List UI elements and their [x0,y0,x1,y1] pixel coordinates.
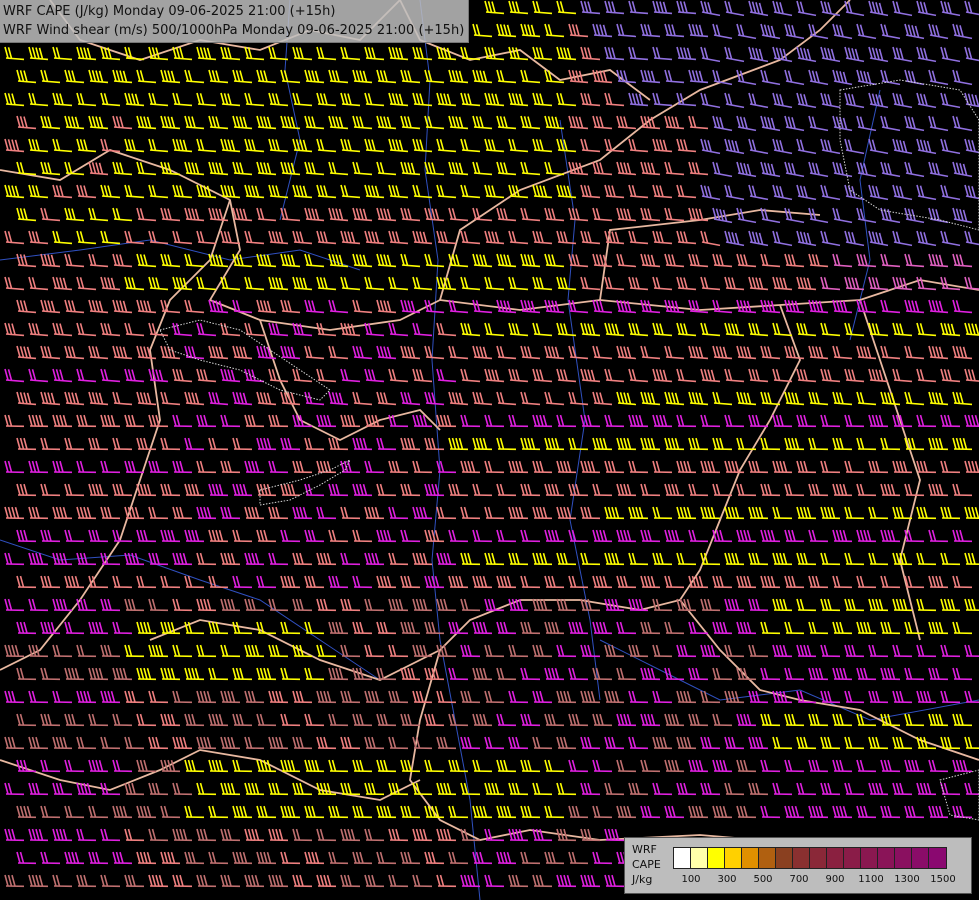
legend-tick: 300 [717,874,737,885]
legend-swatch [793,848,810,868]
legend-color-scale [673,847,947,869]
legend-unit: J/kg [632,873,653,886]
legend-swatch [861,848,878,868]
legend-swatch [691,848,708,868]
legend-model: WRF [632,843,657,856]
legend-swatch [912,848,929,868]
legend-swatch [827,848,844,868]
legend-swatch [810,848,827,868]
legend-swatch [708,848,725,868]
legend-field: CAPE [632,858,661,871]
legend-swatch [742,848,759,868]
legend-tick: 1100 [858,874,884,885]
legend-swatch [776,848,793,868]
legend-tick: 100 [681,874,701,885]
legend-tick: 1300 [894,874,920,885]
legend-tick: 1500 [930,874,956,885]
legend-tick: 900 [825,874,845,885]
cape-legend: WRF CAPE J/kg 100 300 500 700 900 1100 1300 150… [624,837,972,894]
legend-swatch [725,848,742,868]
legend-swatch [674,848,691,868]
legend-swatch [844,848,861,868]
legend-swatch [759,848,776,868]
legend-tick: 500 [753,874,773,885]
legend-swatch [895,848,912,868]
map-canvas [0,0,979,900]
legend-tick-labels: 100 300 500 700 900 1100 1300 1500 [673,874,963,888]
map-title-box: WRF CAPE (J/kg) Monday 09-06-2025 21:00 … [0,0,470,43]
title-cape: WRF CAPE (J/kg) Monday 09-06-2025 21:00 … [3,4,336,19]
legend-swatch [929,848,946,868]
title-wind-shear: WRF Wind shear (m/s) 500/1000hPa Monday … [3,23,465,38]
legend-swatch [878,848,895,868]
legend-tick: 700 [789,874,809,885]
